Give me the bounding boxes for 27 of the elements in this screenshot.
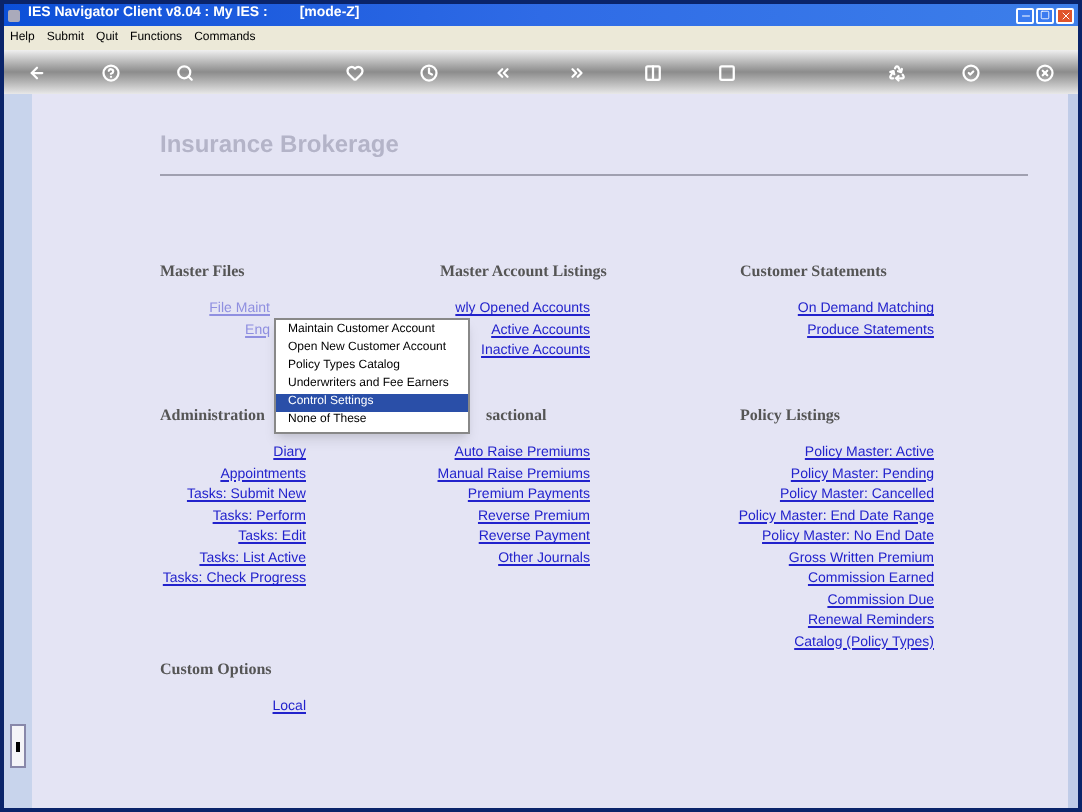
section-heading: Master Account Listings (440, 260, 607, 284)
section-heading: Customer Statements (740, 260, 887, 284)
section-heading: sactional (486, 404, 547, 428)
section-heading: Custom Options (160, 658, 272, 682)
columns-icon[interactable] (643, 63, 661, 81)
heart-icon[interactable] (346, 63, 365, 81)
check-icon[interactable] (961, 63, 980, 81)
minimize-icon (1019, 9, 1031, 21)
minimize-button[interactable] (1016, 7, 1034, 23)
square-icon[interactable] (717, 63, 736, 81)
side-tab-icon[interactable] (10, 724, 26, 768)
arrow-left-icon[interactable] (28, 63, 46, 81)
section-heading: Policy Listings (740, 404, 841, 428)
clock-icon[interactable] (420, 63, 439, 81)
double-right-icon[interactable] (568, 63, 587, 81)
double-left-icon[interactable] (494, 63, 513, 81)
section-heading: Master Files (160, 260, 245, 284)
help-icon[interactable] (102, 63, 121, 81)
search-icon[interactable] (176, 63, 195, 81)
recycle-icon[interactable] (887, 63, 906, 81)
close-icon[interactable] (1035, 63, 1054, 81)
close-button[interactable] (1056, 7, 1074, 23)
close-icon (1059, 9, 1071, 21)
maximize-icon (1040, 10, 1050, 20)
maximize-button[interactable] (1036, 7, 1054, 23)
section-heading: Administration (160, 404, 265, 428)
app-icon (8, 9, 20, 21)
